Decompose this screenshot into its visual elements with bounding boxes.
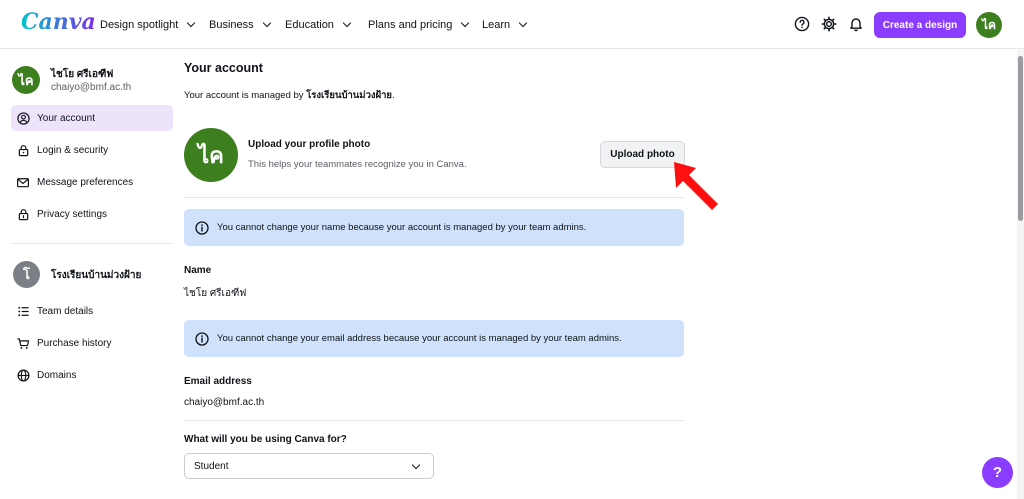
create-design-button[interactable]: Create a design — [874, 12, 966, 38]
chevron-down-icon — [187, 18, 196, 27]
sidebar-item-message-preferences[interactable]: Message preferences — [11, 169, 173, 195]
nav-learn[interactable]: Learn — [482, 0, 528, 49]
sidebar-item-label: Privacy settings — [37, 208, 108, 220]
info-icon — [195, 331, 209, 346]
page-title: Your account — [184, 61, 263, 75]
shield-lock-icon — [16, 207, 30, 221]
chevron-down-icon — [342, 18, 352, 27]
sidebar-item-your-account[interactable]: Your account — [11, 105, 173, 131]
chevron-down-icon — [411, 460, 421, 470]
managed-org: โรงเรียนบ้านม่วงฝ้าย — [306, 90, 393, 101]
upload-photo-description: This helps your teammates recognize you … — [248, 159, 467, 170]
notice-text: You cannot change your name because your… — [217, 222, 587, 233]
upload-photo-title: Upload your profile photo — [248, 139, 371, 150]
email-locked-notice: You cannot change your email address bec… — [184, 320, 684, 357]
bell-icon[interactable] — [847, 15, 865, 33]
name-locked-notice: You cannot change your name because your… — [184, 209, 684, 246]
nav-design-spotlight[interactable]: Design spotlight — [100, 0, 196, 49]
chevron-down-icon — [518, 18, 528, 27]
name-value: ไชโย ศรีเอฑีฟ — [184, 288, 247, 299]
top-navigation-bar: Canva Design spotlight Business Educatio… — [0, 0, 1024, 49]
user-avatar: ไค — [12, 66, 40, 94]
sidebar-item-label: Login & security — [37, 144, 109, 156]
usage-select[interactable]: Student — [184, 453, 434, 479]
red-arrow-annotation-icon — [674, 162, 718, 210]
nav-business[interactable]: Business — [209, 0, 271, 49]
sidebar-item-label: Team details — [37, 305, 94, 317]
managed-suffix: . — [392, 90, 395, 101]
mail-icon — [16, 175, 30, 189]
chevron-down-icon — [262, 18, 271, 27]
team-name[interactable]: โรงเรียนบ้านม่วงฝ้าย — [51, 268, 141, 283]
lock-icon — [16, 143, 30, 157]
usage-selected-value: Student — [194, 460, 229, 472]
sidebar-divider — [11, 243, 173, 244]
section-divider — [184, 420, 684, 421]
usage-label: What will you be using Canva for? — [184, 434, 347, 445]
user-name: ไชโย ศรีเอฑีฟ — [51, 69, 114, 80]
nav-label: Design spotlight — [100, 18, 179, 31]
nav-label: Business — [209, 18, 254, 31]
team-avatar: โ — [13, 261, 40, 288]
chevron-down-icon — [461, 18, 470, 27]
section-divider — [184, 197, 684, 198]
nav-label: Plans and pricing — [368, 18, 453, 31]
nav-education[interactable]: Education — [285, 0, 352, 49]
managed-by-text: Your account is managed by โรงเรียนบ้านม… — [184, 88, 395, 103]
account-avatar[interactable]: ไค — [976, 12, 1002, 38]
nav-label: Education — [285, 18, 334, 31]
sidebar-item-label: Purchase history — [37, 337, 112, 349]
list-icon — [16, 304, 30, 318]
cart-icon — [16, 336, 30, 350]
info-icon — [195, 220, 209, 235]
sidebar-item-login-security[interactable]: Login & security — [11, 137, 173, 163]
nav-label: Learn — [482, 18, 511, 31]
sidebar-item-domains[interactable]: Domains — [11, 362, 173, 388]
managed-prefix: Your account is managed by — [184, 90, 307, 101]
sidebar-item-label: Message preferences — [37, 176, 134, 188]
sidebar-item-team-details[interactable]: Team details — [11, 298, 173, 324]
user-circle-icon — [16, 111, 30, 125]
sidebar-item-label: Domains — [37, 369, 77, 381]
nav-plans-and-pricing[interactable]: Plans and pricing — [368, 0, 470, 49]
gear-icon[interactable] — [820, 15, 838, 33]
sidebar-item-purchase-history[interactable]: Purchase history — [11, 330, 173, 356]
canva-logo[interactable]: Canva — [21, 9, 96, 35]
globe-icon — [16, 368, 30, 382]
user-email: chaiyo@bmf.ac.th — [51, 82, 132, 93]
sidebar-item-label: Your account — [37, 112, 96, 124]
help-circle-icon[interactable] — [793, 15, 811, 33]
notice-text: You cannot change your email address bec… — [217, 333, 622, 344]
profile-photo-avatar: ไค — [184, 128, 238, 182]
email-value: chaiyo@bmf.ac.th — [184, 397, 265, 408]
email-label: Email address — [184, 376, 252, 387]
scrollbar-thumb[interactable] — [1018, 56, 1023, 221]
name-label: Name — [184, 265, 212, 276]
sidebar-item-privacy-settings[interactable]: Privacy settings — [11, 201, 173, 227]
help-button[interactable]: ? — [982, 457, 1013, 488]
